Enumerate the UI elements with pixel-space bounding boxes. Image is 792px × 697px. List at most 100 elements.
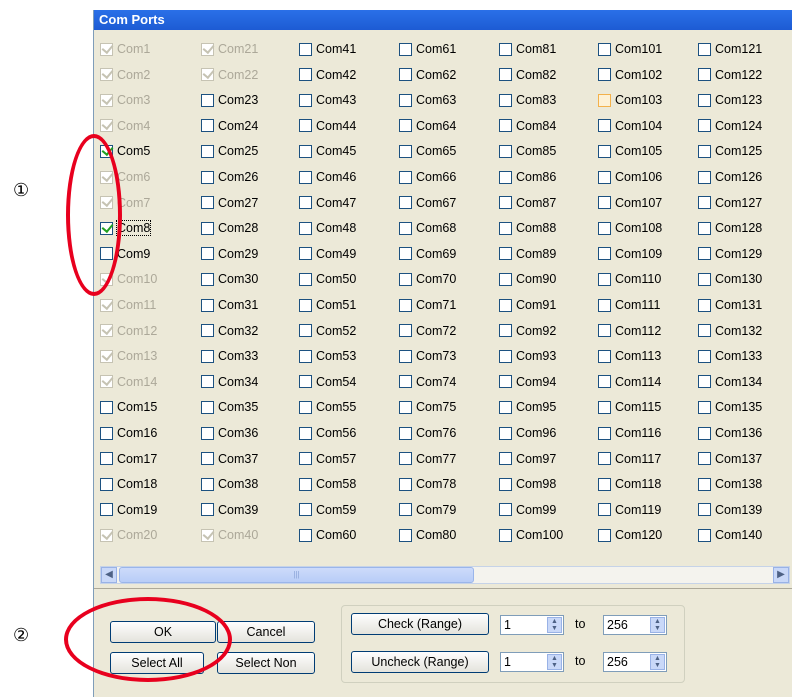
- com-port-checkbox[interactable]: Com43: [299, 91, 356, 109]
- com-port-checkbox[interactable]: Com92: [499, 322, 556, 340]
- com-port-checkbox[interactable]: Com71: [399, 296, 456, 314]
- checkbox-icon[interactable]: [598, 477, 611, 491]
- com-port-checkbox[interactable]: Com86: [499, 168, 556, 186]
- checkbox-icon[interactable]: [698, 349, 711, 363]
- com-port-checkbox[interactable]: Com94: [499, 373, 556, 391]
- checkbox-checked-icon[interactable]: [100, 143, 114, 158]
- com-port-checkbox[interactable]: Com89: [499, 245, 556, 263]
- com-port-checkbox[interactable]: Com53: [299, 347, 356, 365]
- com-port-checkbox[interactable]: Com58: [299, 475, 356, 493]
- checkbox-icon[interactable]: [299, 298, 312, 312]
- checkbox-icon[interactable]: [598, 196, 611, 210]
- checkbox-icon[interactable]: [698, 477, 711, 491]
- com-port-checkbox[interactable]: Com81: [499, 40, 556, 58]
- checkbox-icon[interactable]: [299, 221, 312, 235]
- checkbox-icon[interactable]: [299, 503, 312, 517]
- com-port-checkbox[interactable]: Com45: [299, 142, 356, 160]
- com-port-checkbox[interactable]: Com74: [399, 373, 456, 391]
- checkbox-icon[interactable]: [698, 375, 711, 389]
- com-port-checkbox[interactable]: Com96: [499, 424, 556, 442]
- checkbox-icon[interactable]: [399, 503, 412, 517]
- com-port-checkbox[interactable]: Com112: [598, 322, 661, 340]
- checkbox-icon[interactable]: [499, 400, 512, 414]
- checkbox-icon[interactable]: [201, 298, 214, 312]
- checkbox-icon[interactable]: [299, 349, 312, 363]
- cancel-button[interactable]: Cancel: [217, 621, 315, 643]
- checkbox-icon[interactable]: [201, 93, 214, 107]
- checkbox-icon[interactable]: [299, 144, 312, 158]
- checkbox-icon[interactable]: [598, 528, 611, 542]
- checkbox-icon[interactable]: [499, 68, 512, 82]
- com-port-checkbox[interactable]: Com35: [201, 398, 258, 416]
- checkbox-icon[interactable]: [598, 272, 611, 286]
- com-port-checkbox[interactable]: Com17: [100, 450, 157, 468]
- com-port-checkbox[interactable]: Com60: [299, 526, 356, 544]
- com-port-checkbox[interactable]: Com105: [598, 142, 662, 160]
- com-port-checkbox[interactable]: Com73: [399, 347, 456, 365]
- com-port-checkbox[interactable]: Com34: [201, 373, 258, 391]
- uncheck-from-input[interactable]: 1 ▲ ▼: [500, 652, 564, 672]
- checkbox-icon[interactable]: [201, 221, 214, 235]
- com-port-checkbox[interactable]: Com77: [399, 450, 456, 468]
- com-port-checkbox[interactable]: Com65: [399, 142, 456, 160]
- checkbox-icon[interactable]: [399, 426, 412, 440]
- checkbox-icon[interactable]: [201, 144, 214, 158]
- checkbox-icon[interactable]: [201, 272, 214, 286]
- checkbox-icon[interactable]: [201, 247, 214, 261]
- com-port-checkbox[interactable]: Com28: [201, 219, 258, 237]
- check-from-input[interactable]: 1 ▲ ▼: [500, 615, 564, 635]
- checkbox-icon[interactable]: [499, 221, 512, 235]
- checkbox-icon[interactable]: [399, 298, 412, 312]
- com-port-checkbox[interactable]: Com56: [299, 424, 356, 442]
- com-port-checkbox[interactable]: Com78: [399, 475, 456, 493]
- com-port-checkbox[interactable]: Com99: [499, 501, 556, 519]
- uncheck-range-button[interactable]: Uncheck (Range): [351, 651, 489, 673]
- com-port-checkbox[interactable]: Com117: [598, 450, 661, 468]
- checkbox-icon[interactable]: [201, 324, 214, 338]
- com-port-checkbox[interactable]: Com128: [698, 219, 762, 237]
- com-port-checkbox[interactable]: Com41: [299, 40, 356, 58]
- com-port-checkbox[interactable]: Com100: [499, 526, 563, 544]
- checkbox-icon[interactable]: [698, 272, 711, 286]
- checkbox-icon[interactable]: [598, 426, 611, 440]
- com-port-checkbox[interactable]: Com120: [598, 526, 662, 544]
- com-port-checkbox[interactable]: Com138: [698, 475, 762, 493]
- checkbox-icon[interactable]: [598, 375, 611, 389]
- checkbox-icon[interactable]: [201, 400, 214, 414]
- checkbox-icon[interactable]: [499, 247, 512, 261]
- com-port-checkbox[interactable]: Com49: [299, 245, 356, 263]
- check-range-button[interactable]: Check (Range): [351, 613, 489, 635]
- checkbox-icon[interactable]: [399, 247, 412, 261]
- com-port-checkbox[interactable]: Com62: [399, 66, 456, 84]
- com-port-checkbox[interactable]: Com127: [698, 194, 762, 212]
- checkbox-icon[interactable]: [598, 144, 611, 158]
- com-port-checkbox[interactable]: Com37: [201, 450, 258, 468]
- checkbox-icon[interactable]: [598, 324, 611, 338]
- checkbox-icon[interactable]: [499, 298, 512, 312]
- checkbox-icon[interactable]: [100, 503, 113, 517]
- com-port-checkbox[interactable]: Com51: [299, 296, 356, 314]
- com-port-checkbox[interactable]: Com136: [698, 424, 762, 442]
- com-port-checkbox[interactable]: Com42: [299, 66, 356, 84]
- com-port-checkbox[interactable]: Com57: [299, 450, 356, 468]
- com-port-checkbox[interactable]: Com8: [100, 219, 152, 237]
- checkbox-icon[interactable]: [698, 42, 711, 56]
- checkbox-checked-icon[interactable]: [100, 220, 114, 235]
- com-port-checkbox[interactable]: Com27: [201, 194, 258, 212]
- com-port-checkbox[interactable]: Com82: [499, 66, 556, 84]
- checkbox-icon[interactable]: [698, 324, 711, 338]
- com-port-checkbox[interactable]: Com133: [698, 347, 762, 365]
- checkbox-icon[interactable]: [399, 93, 412, 107]
- checkbox-icon[interactable]: [499, 503, 512, 517]
- com-port-checkbox[interactable]: Com91: [499, 296, 556, 314]
- com-port-checkbox[interactable]: Com72: [399, 322, 456, 340]
- com-port-checkbox[interactable]: Com134: [698, 373, 762, 391]
- com-port-checkbox[interactable]: Com85: [499, 142, 556, 160]
- checkbox-icon[interactable]: [201, 426, 214, 440]
- checkbox-icon[interactable]: [698, 452, 711, 466]
- com-port-checkbox[interactable]: Com5: [100, 142, 150, 160]
- com-port-checkbox[interactable]: Com16: [100, 424, 157, 442]
- checkbox-icon[interactable]: [299, 528, 312, 542]
- checkbox-icon[interactable]: [598, 119, 611, 133]
- checkbox-icon[interactable]: [499, 144, 512, 158]
